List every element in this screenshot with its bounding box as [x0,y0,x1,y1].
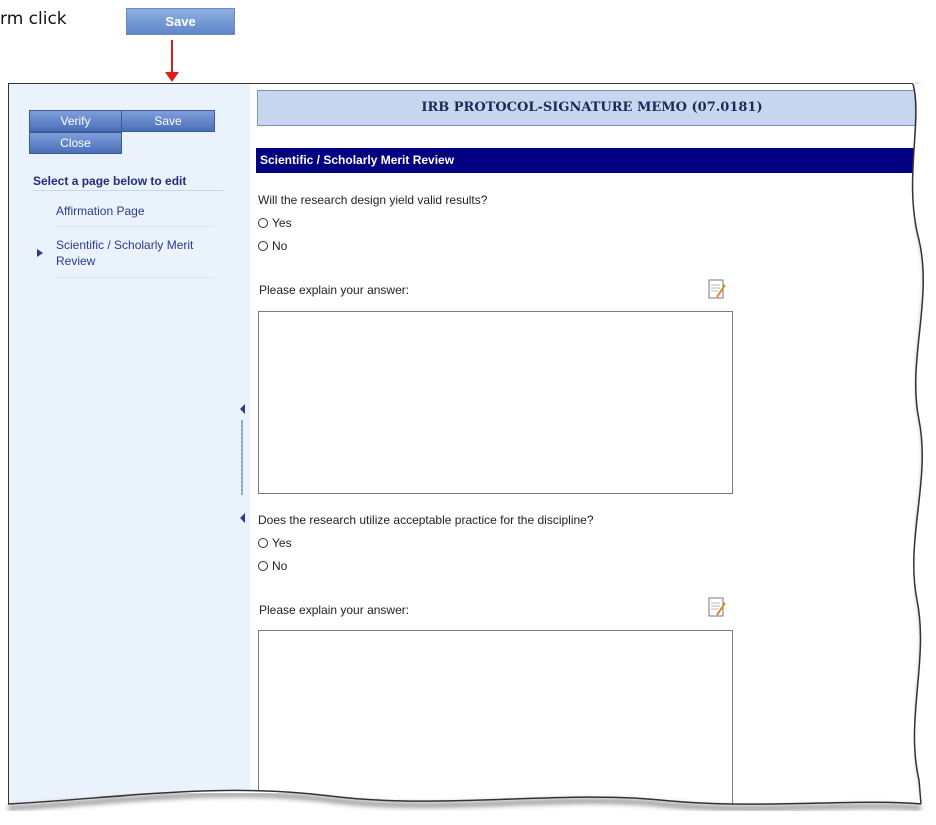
torn-edge-decoration [0,83,936,825]
